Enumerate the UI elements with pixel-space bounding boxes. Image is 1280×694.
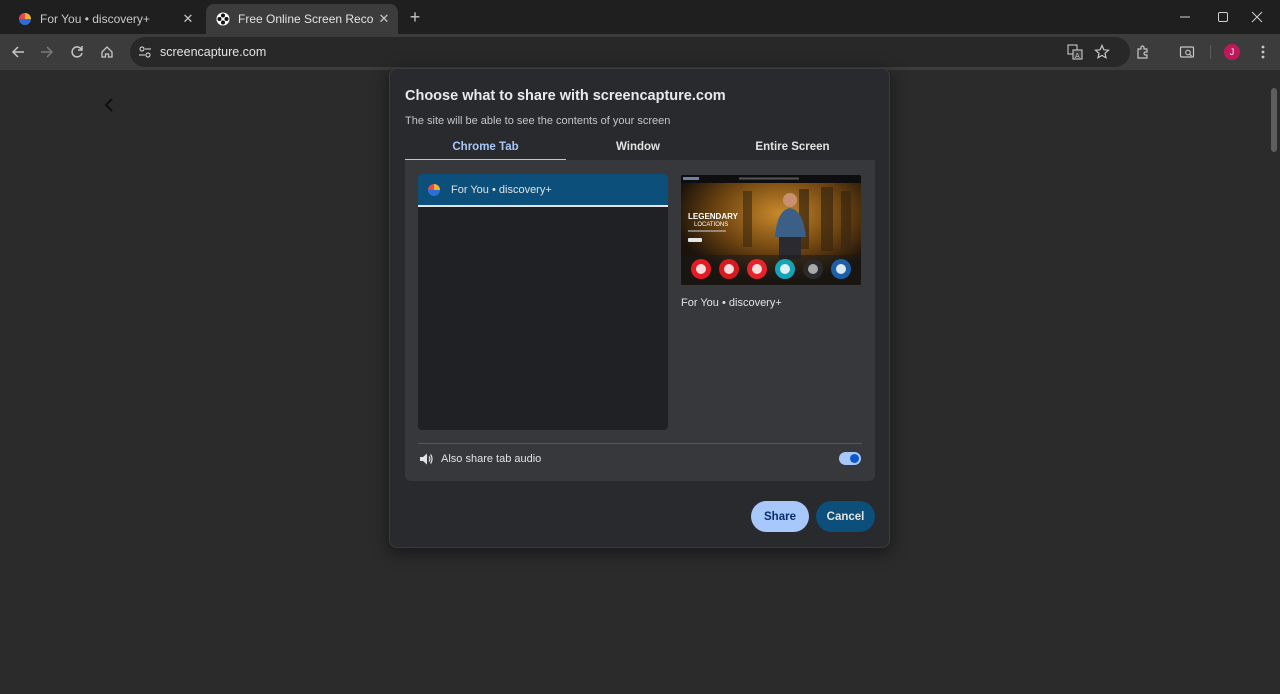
menu-button[interactable] — [1249, 38, 1277, 66]
browser-toolbar: screencapture.com A J — [0, 34, 1280, 70]
preview-headline-1: LEGENDARY — [688, 212, 739, 221]
preview-image: LEGENDARY LOCATIONS — [681, 175, 861, 285]
speaker-icon — [420, 453, 433, 465]
back-button[interactable] — [4, 38, 32, 66]
minimize-icon — [1180, 16, 1190, 18]
extensions-button[interactable] — [1129, 38, 1157, 66]
reload-button[interactable] — [63, 38, 91, 66]
translate-icon[interactable]: A — [1067, 44, 1083, 60]
screencapture-favicon-icon — [216, 12, 230, 26]
share-source-tabs: Chrome Tab Window Entire Screen — [405, 141, 875, 161]
maximize-icon — [1218, 12, 1228, 22]
close-tab-icon[interactable]: ✕ — [374, 9, 394, 29]
profile-button[interactable]: J — [1218, 38, 1246, 66]
tab-chrome-tab[interactable]: Chrome Tab — [405, 141, 566, 161]
browser-tab-screencapture[interactable]: Free Online Screen Recorder | C ✕ — [206, 4, 398, 34]
cancel-button[interactable]: Cancel — [816, 501, 875, 532]
page-back-chevron-icon[interactable] — [100, 96, 118, 116]
home-button[interactable] — [93, 38, 121, 66]
tab-search-icon — [1179, 46, 1195, 58]
reload-icon — [71, 46, 83, 58]
discovery-favicon-icon — [428, 183, 440, 196]
tab-title: Free Online Screen Recorder | C — [238, 12, 374, 26]
address-bar[interactable]: screencapture.com A — [130, 37, 1130, 67]
divider — [418, 443, 862, 444]
toolbar-divider — [1210, 45, 1211, 59]
tab-preview-thumbnail: LEGENDARY LOCATIONS — [681, 175, 861, 285]
dialog-title: Choose what to share with screencapture.… — [405, 88, 726, 104]
close-tab-icon[interactable]: ✕ — [178, 9, 198, 29]
tab-strip: For You • discovery+ ✕ Free Online Scree… — [0, 0, 1280, 34]
scrollbar-thumb[interactable] — [1271, 88, 1277, 152]
share-audio-toggle[interactable] — [839, 452, 861, 465]
list-item[interactable]: For You • discovery+ — [418, 174, 668, 207]
preview-caption: For You • discovery+ — [681, 297, 782, 309]
tab-entire-screen[interactable]: Entire Screen — [710, 141, 875, 161]
tab-list[interactable]: For You • discovery+ — [418, 174, 668, 430]
three-dots-icon — [1261, 45, 1265, 59]
arrow-left-icon — [11, 46, 24, 58]
forward-button[interactable] — [33, 38, 61, 66]
tab-title: For You • discovery+ — [40, 12, 150, 26]
discovery-favicon-icon — [19, 13, 31, 25]
toggle-knob — [850, 454, 859, 463]
bookmark-star-icon[interactable] — [1094, 44, 1110, 60]
arrow-right-icon — [41, 46, 54, 58]
new-tab-button[interactable]: + — [404, 6, 426, 28]
puzzle-icon — [1137, 45, 1148, 59]
url-text: screencapture.com — [160, 45, 267, 59]
preview-headline-2: LOCATIONS — [694, 222, 728, 228]
list-item-label: For You • discovery+ — [451, 183, 552, 196]
share-button[interactable]: Share — [751, 501, 809, 532]
site-settings-icon[interactable] — [138, 45, 152, 59]
page-scrollbar[interactable] — [1268, 70, 1280, 694]
browser-tab-discovery[interactable]: For You • discovery+ ✕ — [8, 4, 202, 34]
share-panel: For You • discovery+ LEGENDARY LOCATIONS… — [405, 160, 875, 481]
close-icon — [1251, 11, 1263, 23]
avatar-initial: J — [1229, 47, 1235, 57]
tab-window[interactable]: Window — [566, 141, 710, 161]
tab-search-button[interactable] — [1173, 38, 1201, 66]
svg-text:A: A — [1075, 53, 1080, 60]
share-screen-dialog: Choose what to share with screencapture.… — [389, 68, 890, 548]
close-window-button[interactable] — [1234, 0, 1280, 34]
avatar: J — [1224, 44, 1240, 60]
home-icon — [101, 46, 113, 58]
share-audio-label: Also share tab audio — [441, 453, 542, 465]
dialog-subtitle: The site will be able to see the content… — [405, 115, 671, 127]
